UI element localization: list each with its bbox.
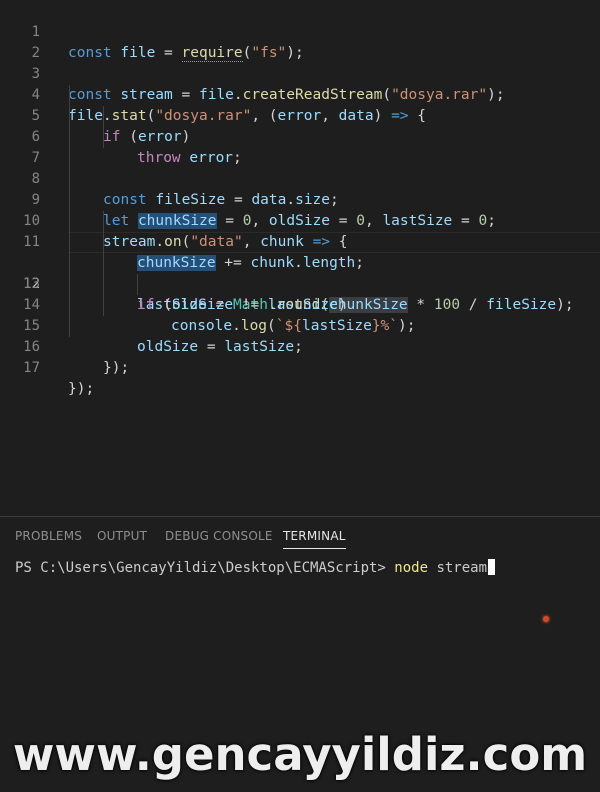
current-line-highlight bbox=[68, 232, 600, 253]
code-line[interactable]: 3 const stream = file.createReadStream("… bbox=[0, 43, 600, 103]
mouse-pointer-indicator bbox=[543, 616, 549, 622]
code-line[interactable]: 8 const fileSize = data.size; bbox=[0, 148, 600, 208]
code-line-active[interactable]: 12 lastSize = Math.round(chunkSize * 100… bbox=[0, 232, 600, 313]
code-line[interactable]: 6 throw error; bbox=[0, 106, 600, 166]
code-text: }); bbox=[103, 360, 130, 376]
code-line[interactable]: 9 let chunkSize = 0, oldSize = 0, lastSi… bbox=[0, 169, 600, 229]
code-line[interactable]: 16 }); bbox=[0, 316, 600, 376]
code-line[interactable]: 13 if (oldSize != lastSize) bbox=[0, 253, 600, 313]
terminal-argument: stream bbox=[428, 560, 488, 576]
code-line[interactable]: 5 if (error) bbox=[0, 85, 600, 145]
indent-guide bbox=[137, 274, 138, 295]
line-number: 17 bbox=[23, 360, 40, 376]
panel-tabs: PROBLEMS OUTPUT DEBUG CONSOLE TERMINAL bbox=[0, 517, 600, 555]
code-line[interactable]: 14 console.log(`${lastSize}%`); bbox=[0, 274, 600, 334]
code-line[interactable]: 17 }); bbox=[0, 337, 600, 397]
tab-problems[interactable]: PROBLEMS bbox=[15, 529, 82, 543]
code-line[interactable]: 11 chunkSize += chunk.length; bbox=[0, 211, 600, 271]
indent-guide bbox=[103, 106, 104, 148]
terminal-input-line[interactable]: PS C:\Users\GencayYildiz\Desktop\ECMAScr… bbox=[15, 559, 496, 576]
code-line[interactable]: 2 bbox=[0, 22, 600, 61]
tab-terminal[interactable]: TERMINAL bbox=[283, 529, 346, 549]
code-line[interactable]: 15 oldSize = lastSize; bbox=[0, 295, 600, 355]
code-line[interactable]: 4 file.stat("dosya.rar", (error, data) =… bbox=[0, 64, 600, 124]
code-line[interactable]: 7 bbox=[0, 127, 600, 166]
tab-output[interactable]: OUTPUT bbox=[97, 529, 147, 543]
terminal-command: node bbox=[394, 560, 429, 576]
tab-debug-console[interactable]: DEBUG CONSOLE bbox=[165, 529, 273, 543]
terminal-cursor bbox=[488, 559, 496, 575]
terminal-prompt: PS C:\Users\GencayYildiz\Desktop\ECMAScr… bbox=[15, 560, 395, 576]
code-text: }); bbox=[68, 381, 95, 397]
indent-guide bbox=[103, 211, 104, 316]
code-line[interactable]: 1 const file = require("fs"); bbox=[0, 1, 600, 62]
watermark-text: www.gencayyildiz.com bbox=[12, 728, 588, 781]
code-line[interactable]: 10 stream.on("data", chunk => { bbox=[0, 190, 600, 250]
code-editor[interactable]: 1 const file = require("fs"); 2 3 const … bbox=[0, 0, 600, 516]
indent-guide bbox=[69, 85, 70, 337]
